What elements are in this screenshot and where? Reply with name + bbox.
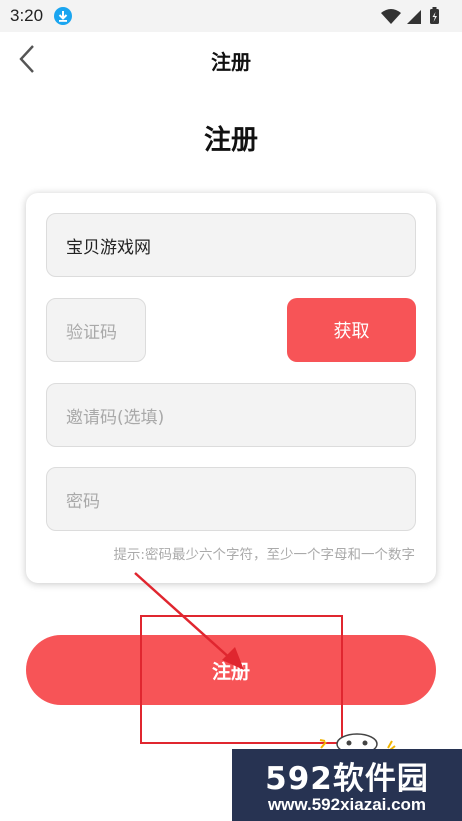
password-input[interactable]: 密码	[46, 467, 416, 531]
page-heading: 注册	[204, 125, 258, 156]
watermark-banner: 592软件园 www.592xiazai.com	[232, 749, 462, 821]
watermark-url: www.592xiazai.com	[267, 795, 427, 814]
verification-code-input[interactable]: 验证码	[46, 298, 146, 362]
register-button[interactable]: 注册	[26, 635, 436, 705]
status-bar: 3:20	[0, 0, 462, 32]
download-icon	[54, 7, 72, 25]
signal-icon	[407, 10, 421, 24]
invite-code-input[interactable]: 邀请码(选填)	[46, 383, 416, 447]
account-input[interactable]: 宝贝游戏网	[46, 213, 416, 277]
get-code-button[interactable]: 获取	[287, 298, 416, 362]
password-hint: 提示:密码最少六个字符，至少一个字母和一个数字	[113, 547, 415, 563]
status-time: 3:20	[10, 6, 44, 25]
battery-icon	[430, 7, 439, 24]
wifi-icon	[381, 9, 401, 24]
nav-title: 注册	[211, 50, 251, 74]
status-icons	[381, 7, 439, 24]
register-form-card: 宝贝游戏网 验证码 获取 邀请码(选填) 密码 提示:密码最少六个字符，至少一个…	[26, 193, 436, 583]
watermark-brand: 592软件园	[265, 761, 429, 797]
